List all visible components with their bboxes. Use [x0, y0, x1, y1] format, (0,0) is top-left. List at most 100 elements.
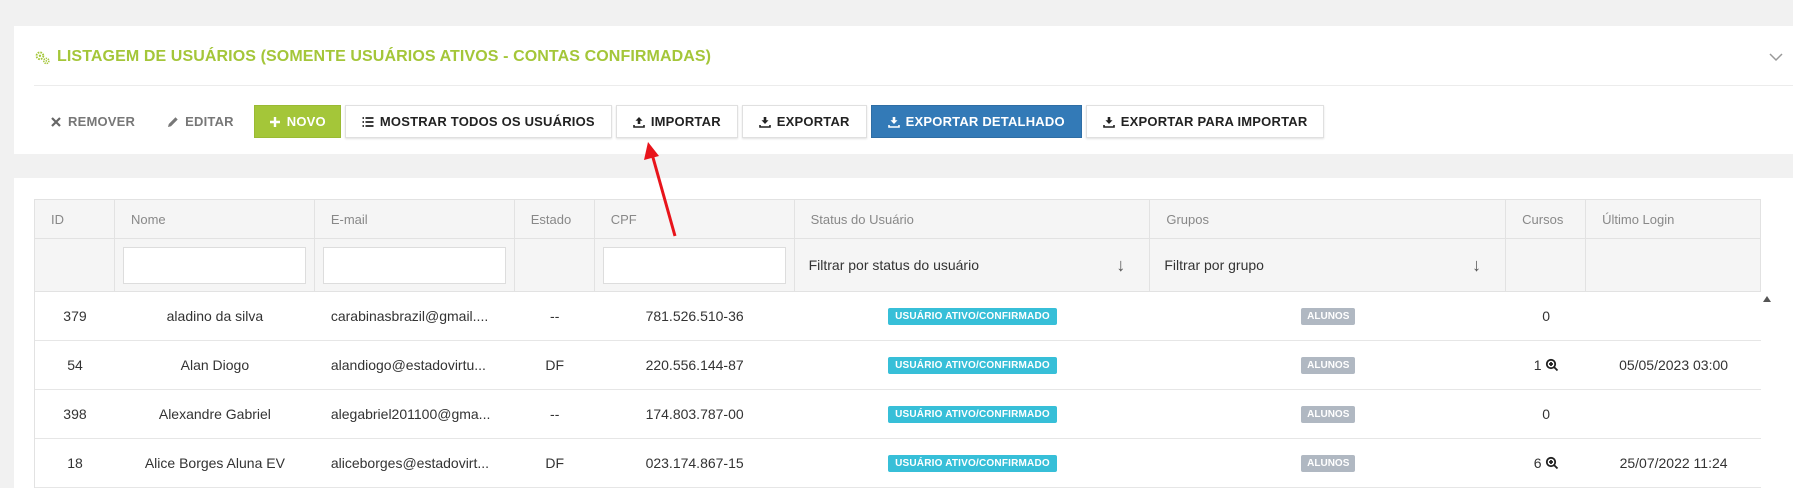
table-row[interactable]: 54 Alan Diogo alandiogo@estadovirtu... D… — [35, 341, 1761, 390]
cell-login: 05/05/2023 03:00 — [1619, 357, 1729, 373]
upload-icon — [633, 116, 645, 128]
filter-cell-grupos: Filtrar por grupo ↓ — [1150, 239, 1507, 291]
filter-cell-cursos — [1506, 239, 1587, 291]
cell-nome: Alan Diogo — [180, 357, 250, 373]
status-badge: USUÁRIO ATIVO/CONFIRMADO — [888, 307, 1057, 325]
cell-email: alegabriel201100@gma... — [330, 406, 491, 422]
cell-estado: DF — [545, 455, 565, 471]
toolbar: REMOVER EDITAR NOVO MOSTRAR TODOS OS USU… — [34, 105, 1325, 138]
cell-cursos: 0 — [1542, 406, 1551, 422]
table-row[interactable]: 18 Alice Borges Aluna EV aliceborges@est… — [35, 439, 1761, 488]
filter-cell-nome — [115, 239, 315, 291]
filter-cell-status: Filtrar por status do usuário ↓ — [795, 239, 1151, 291]
column-header-nome[interactable]: Nome — [115, 200, 315, 238]
download-icon — [887, 116, 900, 128]
status-badge: USUÁRIO ATIVO/CONFIRMADO — [888, 356, 1057, 374]
cell-status: USUÁRIO ATIVO/CONFIRMADO — [795, 292, 1151, 340]
cell-email: carabinasbrazil@gmail.... — [330, 308, 489, 324]
cell-cursos: 6 — [1506, 439, 1586, 487]
filter-cell-estado — [515, 239, 595, 291]
times-icon — [51, 116, 61, 127]
table-row[interactable]: 398 Alexandre Gabriel alegabriel201100@g… — [35, 390, 1761, 439]
zoom-in-icon[interactable] — [1545, 456, 1559, 470]
users-table: ID Nome E-mail Estado CPF Status do Usuá… — [34, 199, 1761, 488]
column-header-status[interactable]: Status do Usuário — [795, 200, 1151, 238]
export-button[interactable]: EXPORTAR — [741, 105, 867, 138]
status-filter-select[interactable]: Filtrar por status do usuário ↓ — [803, 255, 1142, 276]
courses-count: 1 — [1533, 357, 1542, 373]
column-header-cpf[interactable]: CPF — [595, 200, 795, 238]
cell-nome: Alice Borges Aluna EV — [144, 455, 285, 471]
plus-icon — [269, 116, 280, 127]
cell-id: 54 — [67, 357, 83, 373]
pencil-icon — [168, 116, 178, 127]
users-list-panel: LISTAGEM DE USUÁRIOS (SOMENTE USUÁRIOS A… — [14, 26, 1793, 154]
cell-estado: DF — [545, 357, 565, 373]
list-icon — [362, 116, 374, 127]
group-badge: ALUNOS — [1301, 356, 1356, 374]
filter-row: Filtrar por status do usuário ↓ Filtrar … — [35, 239, 1761, 292]
cell-estado: -- — [550, 308, 560, 324]
cell-cursos: 1 — [1506, 341, 1586, 389]
group-badge: ALUNOS — [1301, 405, 1356, 423]
column-header-id[interactable]: ID — [35, 200, 115, 238]
gears-icon — [35, 50, 50, 64]
cell-email: aliceborges@estadovirt... — [330, 455, 490, 471]
cell-login: 25/07/2022 11:24 — [1619, 455, 1728, 471]
panel-title: LISTAGEM DE USUÁRIOS (SOMENTE USUÁRIOS A… — [34, 48, 711, 66]
users-table-panel: ID Nome E-mail Estado CPF Status do Usuá… — [14, 178, 1793, 488]
cell-grupos: ALUNOS — [1150, 341, 1506, 389]
annotation-arrow — [644, 142, 677, 237]
cell-id: 379 — [63, 308, 87, 324]
cell-status: USUÁRIO ATIVO/CONFIRMADO — [795, 439, 1151, 487]
new-button[interactable]: NOVO — [253, 105, 341, 138]
column-header-grupos[interactable]: Grupos — [1150, 200, 1507, 238]
remove-button[interactable]: REMOVER — [34, 105, 151, 138]
import-button[interactable]: IMPORTAR — [615, 105, 738, 138]
download-icon — [1102, 116, 1115, 128]
column-header-estado[interactable]: Estado — [515, 200, 595, 238]
filter-cell-email — [315, 239, 515, 291]
sort-down-arrow-icon: ↓ — [1116, 254, 1126, 275]
cell-id: 18 — [67, 455, 83, 471]
group-badge: ALUNOS — [1301, 307, 1356, 325]
group-filter-select[interactable]: Filtrar por grupo ↓ — [1158, 255, 1497, 276]
filter-cell-login — [1586, 239, 1761, 291]
edit-button[interactable]: EDITAR — [155, 105, 250, 138]
cell-id: 398 — [63, 406, 87, 422]
scroll-up-arrow-icon[interactable] — [1763, 296, 1771, 302]
status-badge: USUÁRIO ATIVO/CONFIRMADO — [888, 405, 1057, 423]
courses-count: 6 — [1533, 455, 1542, 471]
show-all-users-button[interactable]: MOSTRAR TODOS OS USUÁRIOS — [344, 105, 612, 138]
export-detailed-button[interactable]: EXPORTAR DETALHADO — [870, 105, 1082, 138]
cell-status: USUÁRIO ATIVO/CONFIRMADO — [795, 341, 1151, 389]
email-filter-input[interactable] — [322, 246, 506, 284]
table-row[interactable]: 379 aladino da silva carabinasbrazil@gma… — [35, 292, 1761, 341]
cell-grupos: ALUNOS — [1150, 439, 1506, 487]
cell-nome: aladino da silva — [166, 308, 264, 324]
cell-grupos: ALUNOS — [1150, 292, 1506, 340]
zoom-in-icon[interactable] — [1545, 358, 1559, 372]
cell-estado: -- — [550, 406, 560, 422]
sort-down-arrow-icon: ↓ — [1472, 254, 1482, 275]
column-header-ultimo-login[interactable]: Último Login — [1586, 200, 1761, 238]
filter-cell-cpf — [595, 239, 795, 291]
cell-cursos: 0 — [1542, 308, 1551, 324]
cell-cpf: 220.556.144-87 — [645, 357, 744, 373]
status-badge: USUÁRIO ATIVO/CONFIRMADO — [888, 454, 1057, 472]
cell-cpf: 781.526.510-36 — [645, 308, 744, 324]
cell-status: USUÁRIO ATIVO/CONFIRMADO — [795, 390, 1151, 438]
cell-email: alandiogo@estadovirtu... — [330, 357, 486, 373]
table-header: ID Nome E-mail Estado CPF Status do Usuá… — [35, 199, 1761, 239]
name-filter-input[interactable] — [122, 246, 306, 284]
cpf-filter-input[interactable] — [602, 246, 786, 284]
download-icon — [758, 116, 771, 128]
cell-cpf: 023.174.867-15 — [645, 455, 744, 471]
column-header-email[interactable]: E-mail — [315, 200, 515, 238]
chevron-down-icon[interactable] — [1767, 48, 1785, 66]
column-header-cursos[interactable]: Cursos — [1506, 200, 1587, 238]
cell-login — [1586, 292, 1761, 340]
cell-login — [1586, 390, 1761, 438]
export-for-import-button[interactable]: EXPORTAR PARA IMPORTAR — [1085, 105, 1325, 138]
cell-cpf: 174.803.787-00 — [645, 406, 744, 422]
